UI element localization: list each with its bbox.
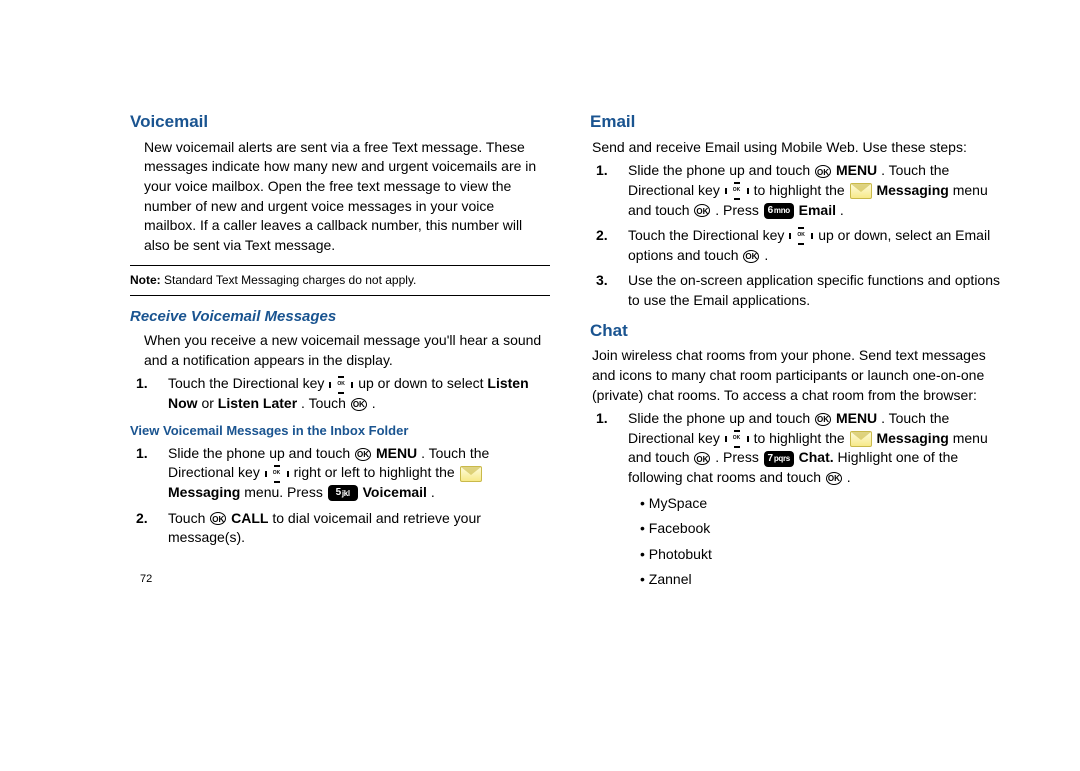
directional-key-icon: OK (329, 376, 353, 394)
envelope-icon (460, 466, 482, 482)
email-body: Send and receive Email using Mobile Web.… (592, 138, 1010, 158)
keypad-5-icon: 5jkl (328, 485, 358, 501)
list-item: 3. Use the on-screen application specifi… (618, 271, 1010, 310)
directional-key-icon: OK (789, 227, 813, 245)
ok-icon: OK (355, 448, 371, 461)
heading-voicemail: Voicemail (130, 110, 550, 134)
receive-voicemail-body: When you receive a new voicemail message… (144, 331, 550, 370)
page-number: 72 (140, 572, 550, 587)
list-item: Zannel (630, 570, 1010, 590)
heading-view-voicemail-inbox: View Voicemail Messages in the Inbox Fol… (130, 422, 550, 440)
directional-key-icon: OK (265, 465, 289, 483)
envelope-icon (850, 183, 872, 199)
envelope-icon (850, 431, 872, 447)
list-item: 1. Slide the phone up and touch OK MENU … (618, 409, 1010, 590)
ok-icon: OK (743, 250, 759, 263)
ok-icon: OK (815, 165, 831, 178)
list-item: 2. Touch the Directional key OK up or do… (618, 226, 1010, 265)
note-label: Note: (130, 273, 161, 287)
ok-icon: OK (210, 512, 226, 525)
heading-receive-voicemail: Receive Voicemail Messages (130, 306, 550, 327)
note-box: Note: Standard Text Messaging charges do… (130, 265, 550, 296)
list-item: MySpace (630, 494, 1010, 514)
directional-key-icon: OK (725, 182, 749, 200)
list-item: 1. Slide the phone up and touch OK MENU … (618, 161, 1010, 220)
ok-icon: OK (694, 204, 710, 217)
note-text: Standard Text Messaging charges do not a… (161, 273, 417, 287)
keypad-7-icon: 7pqrs (764, 451, 794, 467)
list-item: Facebook (630, 519, 1010, 539)
list-item: Photobukt (630, 545, 1010, 565)
left-column: Voicemail New voicemail alerts are sent … (130, 110, 550, 596)
ok-icon: OK (815, 413, 831, 426)
chat-body: Join wireless chat rooms from your phone… (592, 346, 1010, 405)
list-item: 1. Slide the phone up and touch OK MENU … (158, 444, 550, 503)
keypad-6-icon: 6mno (764, 203, 794, 219)
voicemail-body: New voicemail alerts are sent via a free… (144, 138, 550, 256)
list-item: 1. Touch the Directional key OK up or do… (158, 374, 550, 413)
directional-key-icon: OK (725, 430, 749, 448)
heading-email: Email (590, 110, 1010, 134)
ok-icon: OK (826, 472, 842, 485)
right-column: Email Send and receive Email using Mobil… (590, 110, 1010, 596)
ok-icon: OK (694, 452, 710, 465)
list-item: 2. Touch OK CALL to dial voicemail and r… (158, 509, 550, 548)
ok-icon: OK (351, 398, 367, 411)
heading-chat: Chat (590, 319, 1010, 343)
